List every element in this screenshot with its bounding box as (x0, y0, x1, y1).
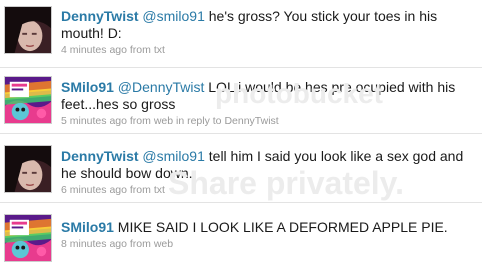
tweet-screen-name[interactable]: DennyTwist (61, 8, 139, 24)
tweet-source: txt (153, 44, 165, 56)
tweet-mention[interactable]: @smilo91 (142, 148, 204, 164)
tweet-source: web (153, 238, 174, 250)
tweet-item: SMilo91 MIKE SAID I LOOK LIKE A DEFORMED… (0, 203, 482, 277)
tweet-item: DennyTwist @smilo91 he's gross? You stic… (0, 0, 482, 68)
tweet-item: DennyTwist @smilo91 tell him I said you … (0, 134, 482, 203)
avatar-dennytwist[interactable] (4, 6, 52, 54)
avatar-smilo91-image (5, 77, 51, 123)
tweet-source-prefix: from (129, 44, 151, 56)
tweet-timestamp[interactable]: 5 minutes ago (61, 115, 127, 127)
avatar-smilo91-image (5, 215, 51, 261)
tweet-source-prefix: from (129, 238, 151, 250)
tweet-timestamp[interactable]: 8 minutes ago (61, 238, 127, 250)
tweet-timestamp[interactable]: 4 minutes ago (61, 44, 127, 56)
avatar-dennytwist-image (5, 146, 51, 192)
tweet-mention[interactable]: @DennyTwist (118, 79, 205, 95)
avatar-dennytwist-image (5, 7, 51, 53)
tweet-timeline: DennyTwist @smilo91 he's gross? You stic… (0, 0, 482, 277)
tweet-screen-name[interactable]: DennyTwist (61, 148, 139, 164)
tweet-item: SMilo91 @DennyTwist LOL i would be hes p… (0, 68, 482, 134)
tweet-mention[interactable]: @smilo91 (142, 8, 204, 24)
avatar-smilo91[interactable] (4, 214, 52, 262)
tweet-reply-to-link[interactable]: DennyTwist (224, 115, 278, 127)
tweet-text: MIKE SAID I LOOK LIKE A DEFORMED APPLE P… (117, 219, 448, 235)
avatar-smilo91[interactable] (4, 76, 52, 124)
tweet-source-prefix: from (129, 115, 151, 127)
tweet-source-prefix: from (129, 184, 151, 196)
tweet-screen-name[interactable]: SMilo91 (61, 219, 114, 235)
avatar-dennytwist[interactable] (4, 145, 52, 193)
tweet-source: web (153, 115, 174, 127)
tweet-source: txt (153, 184, 165, 196)
tweet-screen-name[interactable]: SMilo91 (61, 79, 114, 95)
tweet-reply-prefix: in reply to (176, 115, 222, 127)
tweet-timestamp[interactable]: 6 minutes ago (61, 184, 127, 196)
